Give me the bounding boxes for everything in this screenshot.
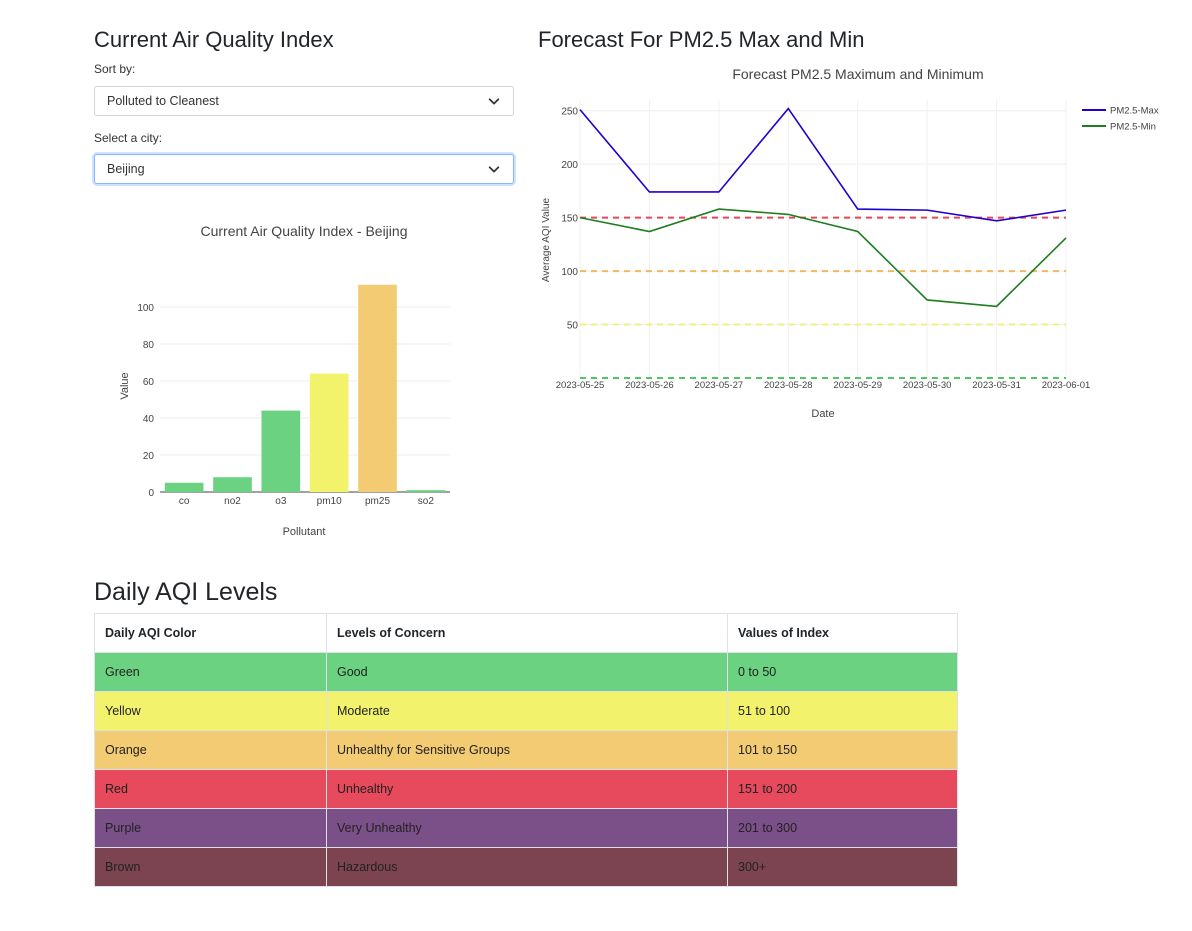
table-row: Purple Very Unhealthy 201 to 300 — [94, 808, 958, 848]
bar-pm25 — [358, 284, 397, 492]
cell-range: 0 to 50 — [727, 652, 958, 692]
legend-label[interactable]: PM2.5-Min — [1110, 122, 1156, 133]
bar-ytick-label: 80 — [143, 340, 155, 351]
line-ytick-label: 150 — [561, 214, 578, 225]
bar-o3 — [261, 410, 301, 492]
line-xtick-label: 2023-05-25 — [556, 380, 605, 391]
cell-concern: Unhealthy — [326, 769, 728, 809]
forecast-line-chart: Forecast PM2.5 Maximum and Minimum 50 100… — [541, 66, 1159, 420]
header-concern: Levels of Concern — [326, 613, 728, 653]
city-select[interactable]: Beijing — [94, 154, 514, 184]
chevron-down-icon — [488, 166, 500, 173]
bar-xtick-label: pm25 — [365, 496, 390, 507]
series-pm2-5-min — [579, 208, 1067, 308]
line-xtick-label: 2023-05-31 — [972, 380, 1021, 391]
daily-aqi-heading: Daily AQI Levels — [94, 578, 278, 606]
table-row: Brown Hazardous 300+ — [94, 847, 958, 887]
cell-color: Orange — [94, 730, 327, 770]
forecast-heading: Forecast For PM2.5 Max and Min — [538, 27, 865, 52]
bar-chart-xlabel: Pollutant — [283, 526, 326, 538]
table-row: Orange Unhealthy for Sensitive Groups 101 … — [94, 730, 958, 770]
header-range: Values of Index — [727, 613, 958, 653]
table-row: Red Unhealthy 151 to 200 — [94, 769, 958, 809]
select-city-label: Select a city: — [94, 131, 163, 145]
line-ytick-label: 50 — [567, 321, 579, 332]
line-ytick-label: 100 — [561, 267, 578, 278]
sort-by-select[interactable]: Polluted to Cleanest — [94, 86, 514, 116]
line-chart-title: Forecast PM2.5 Maximum and Minimum — [732, 66, 983, 82]
sort-by-label: Sort by: — [94, 62, 136, 76]
bar-chart-ylabel: Value — [119, 372, 131, 399]
bar-so2 — [406, 490, 446, 492]
line-xtick-label: 2023-05-28 — [764, 380, 813, 391]
line-chart-xlabel: Date — [811, 408, 834, 420]
cell-color: Green — [94, 652, 327, 692]
bar-ytick-label: 40 — [143, 414, 155, 425]
cell-color: Yellow — [94, 691, 327, 731]
cell-color: Purple — [94, 808, 327, 848]
cell-concern: Unhealthy for Sensitive Groups — [326, 730, 728, 770]
bar-ytick-label: 100 — [137, 303, 154, 314]
cell-concern: Hazardous — [326, 847, 728, 887]
cell-color: Red — [94, 769, 327, 809]
cell-range: 51 to 100 — [727, 691, 958, 731]
cell-concern: Very Unhealthy — [326, 808, 728, 848]
legend-label[interactable]: PM2.5-Max — [1110, 106, 1159, 117]
bar-xtick-label: co — [179, 496, 190, 507]
bar-co — [164, 482, 204, 492]
bar-ytick-label: 0 — [148, 488, 154, 499]
cell-concern: Moderate — [326, 691, 728, 731]
bar-chart-title: Current Air Quality Index - Beijing — [201, 223, 408, 239]
cell-range: 101 to 150 — [727, 730, 958, 770]
bar-xtick-label: no2 — [224, 496, 241, 507]
table-header-row: Daily AQI Color Levels of Concern Values… — [94, 613, 958, 653]
series-pm2-5-max — [579, 107, 1067, 222]
aqi-levels-table: Daily AQI Color Levels of Concern Values… — [94, 613, 958, 887]
current-aqi-heading: Current Air Quality Index — [94, 27, 334, 52]
line-chart-ylabel: Average AQI Value — [541, 198, 552, 283]
line-ytick-label: 250 — [561, 107, 578, 118]
cell-color: Brown — [94, 847, 327, 887]
bar-ytick-label: 20 — [143, 451, 155, 462]
bar-no2 — [213, 477, 252, 492]
cell-range: 300+ — [727, 847, 958, 887]
city-value: Beijing — [107, 162, 145, 176]
line-ytick-label: 200 — [561, 160, 578, 171]
cell-range: 151 to 200 — [727, 769, 958, 809]
table-row: Yellow Moderate 51 to 100 — [94, 691, 958, 731]
bar-pm10 — [309, 373, 349, 492]
line-xtick-label: 2023-05-29 — [833, 380, 882, 391]
line-xtick-label: 2023-05-27 — [695, 380, 744, 391]
sort-by-value: Polluted to Cleanest — [107, 94, 219, 108]
line-xtick-label: 2023-05-26 — [625, 380, 674, 391]
aqi-bar-chart: Current Air Quality Index - Beijing 0 20 4… — [119, 223, 450, 538]
line-xtick-label: 2023-06-01 — [1042, 380, 1091, 391]
bar-xtick-label: so2 — [418, 496, 435, 507]
cell-concern: Good — [326, 652, 728, 692]
line-xtick-label: 2023-05-30 — [903, 380, 952, 391]
chevron-down-icon — [488, 98, 500, 105]
header-color: Daily AQI Color — [94, 613, 327, 653]
table-row: Green Good 0 to 50 — [94, 652, 958, 692]
cell-range: 201 to 300 — [727, 808, 958, 848]
bar-ytick-label: 60 — [143, 377, 155, 388]
bar-xtick-label: o3 — [275, 496, 287, 507]
bar-xtick-label: pm10 — [317, 496, 342, 507]
